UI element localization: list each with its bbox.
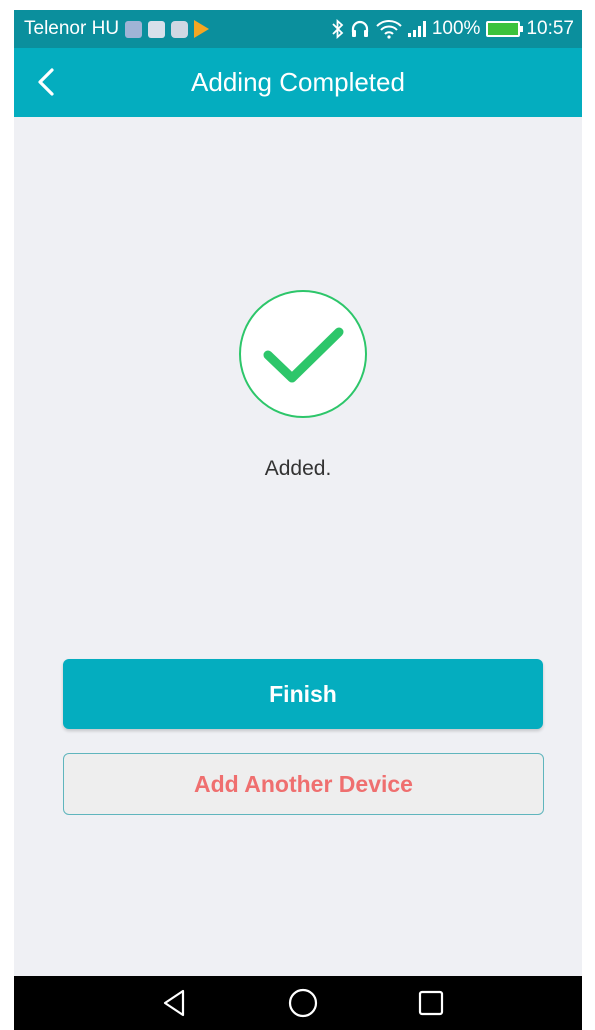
image-notification-icon xyxy=(148,20,166,38)
battery-percent: 100% xyxy=(431,18,481,39)
recents-square-icon[interactable] xyxy=(415,987,447,1019)
wifi-icon xyxy=(376,20,402,39)
signal-strength-icon xyxy=(407,21,426,37)
back-triangle-icon[interactable] xyxy=(159,987,191,1019)
app-screen: Telenor HU 100% 10:57 Adding Completed A… xyxy=(14,10,582,1030)
status-left: Telenor HU xyxy=(14,18,210,40)
clock: 10:57 xyxy=(526,18,574,39)
carrier-name: Telenor HU xyxy=(24,18,120,39)
checkmark-circle-icon xyxy=(239,290,367,418)
status-bar: Telenor HU 100% 10:57 xyxy=(14,10,582,48)
app-header: Adding Completed xyxy=(14,48,582,117)
battery-icon xyxy=(486,21,524,37)
add-another-device-button[interactable]: Add Another Device xyxy=(63,753,544,815)
page-title: Adding Completed xyxy=(191,67,405,97)
status-right: 100% 10:57 xyxy=(332,10,574,48)
navigation-bar xyxy=(14,976,582,1030)
app-notification-icon xyxy=(125,20,143,38)
play-store-icon xyxy=(194,20,210,38)
bluetooth-icon xyxy=(332,19,344,39)
status-message: Added. xyxy=(264,457,332,480)
finish-button[interactable]: Finish xyxy=(63,659,543,729)
home-circle-icon[interactable] xyxy=(287,987,319,1019)
headphones-icon xyxy=(351,20,368,37)
shield-notification-icon xyxy=(171,20,189,38)
